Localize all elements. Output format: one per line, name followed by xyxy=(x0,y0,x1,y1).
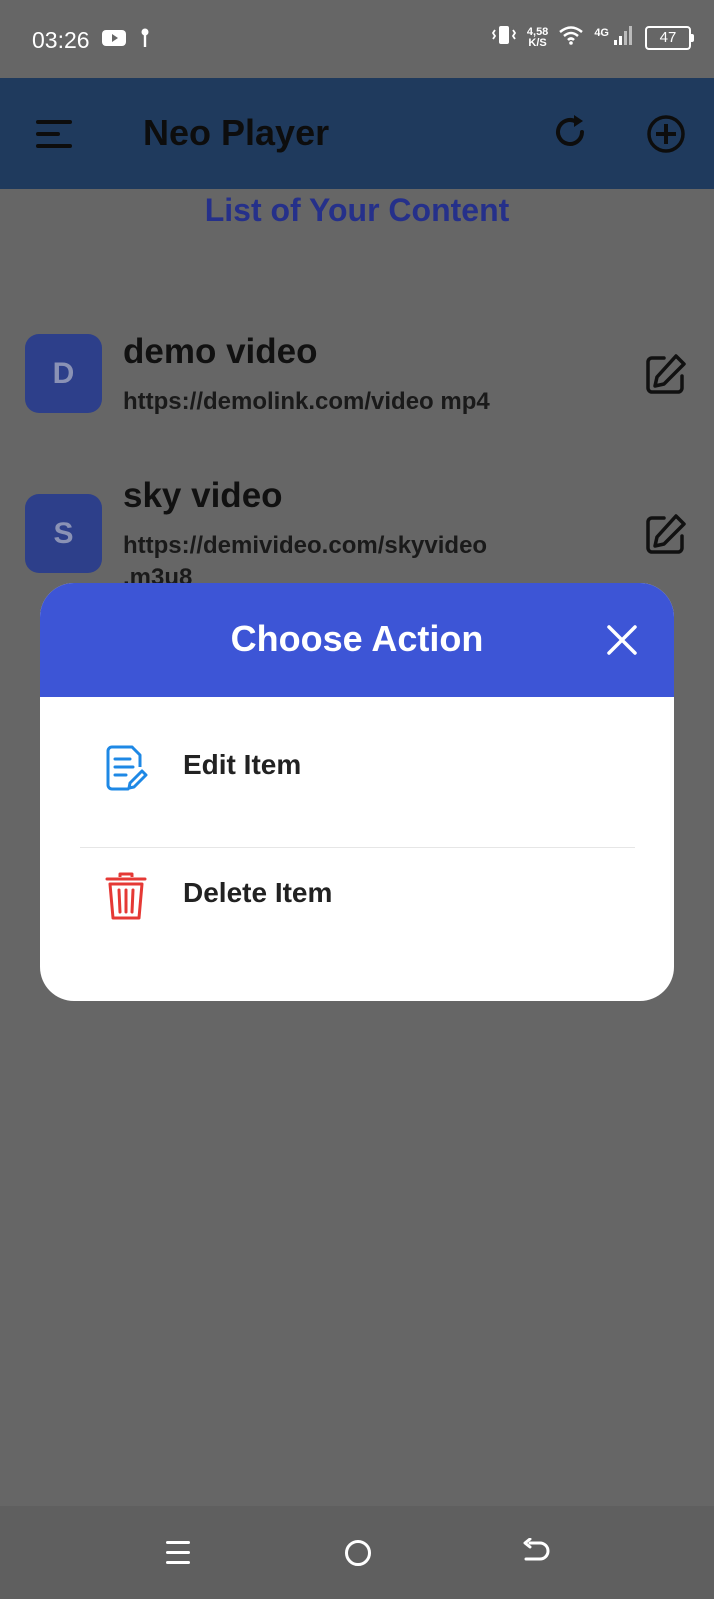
status-left-icons xyxy=(102,28,150,53)
status-time: 03:26 xyxy=(32,27,90,53)
divider xyxy=(80,847,635,848)
add-circle-icon[interactable] xyxy=(646,114,686,159)
item-name: sky video xyxy=(123,476,283,515)
edit-item-button[interactable]: Edit Item xyxy=(40,713,674,833)
list-item[interactable]: D demo video https://demolink.com/video … xyxy=(0,310,714,440)
wifi-icon xyxy=(558,25,584,50)
avatar: D xyxy=(25,334,102,413)
edit-document-icon xyxy=(104,743,148,798)
delete-item-button[interactable]: Delete Item xyxy=(40,855,674,975)
battery-level: 47 xyxy=(645,25,691,50)
item-url: https://demolink.com/video mp4 xyxy=(123,388,490,415)
list-item[interactable]: S sky video https://demivideo.com/skyvid… xyxy=(0,470,714,585)
status-right-icons: 4,58 K/S 4G 47 xyxy=(491,24,694,51)
item-name: demo video xyxy=(123,332,318,371)
delete-item-label: Delete Item xyxy=(183,877,333,908)
item-url: https://demivideo.com/skyvideo .m3u8 xyxy=(123,532,488,585)
edit-icon[interactable] xyxy=(642,352,688,403)
battery-tip xyxy=(691,33,694,42)
notification-pin-icon xyxy=(140,28,150,53)
trash-icon xyxy=(104,871,148,926)
dialog-title: Choose Action xyxy=(230,618,484,659)
app-title: Neo Player xyxy=(143,112,330,153)
dialog-header: Choose Action xyxy=(40,583,674,697)
choose-action-dialog: Choose Action Edit Item Delete Item xyxy=(40,583,674,1001)
home-icon[interactable] xyxy=(343,1538,373,1573)
status-bar: 03:26 4,58 K/S 4G 47 xyxy=(0,0,714,78)
edit-item-label: Edit Item xyxy=(183,749,302,780)
avatar: S xyxy=(25,494,102,573)
refresh-icon[interactable] xyxy=(552,114,588,155)
net-speed: 4,58 K/S xyxy=(526,25,549,49)
edit-icon[interactable] xyxy=(642,512,688,563)
net-speed-unit: K/S xyxy=(528,36,547,49)
back-icon[interactable] xyxy=(520,1537,550,1573)
signal-icon xyxy=(613,24,635,51)
recents-icon[interactable] xyxy=(164,1538,192,1573)
system-nav-bar xyxy=(0,1506,714,1599)
youtube-icon xyxy=(102,29,126,52)
close-icon[interactable] xyxy=(605,623,639,662)
network-type: 4G xyxy=(594,26,609,39)
app-bar: Neo Player xyxy=(0,78,714,189)
section-title: List of Your Content xyxy=(204,192,510,228)
net-speed-value: 4,58 xyxy=(526,25,549,38)
menu-icon[interactable] xyxy=(36,118,74,155)
battery-icon: 47 xyxy=(645,25,694,50)
vibrate-icon xyxy=(491,24,517,51)
